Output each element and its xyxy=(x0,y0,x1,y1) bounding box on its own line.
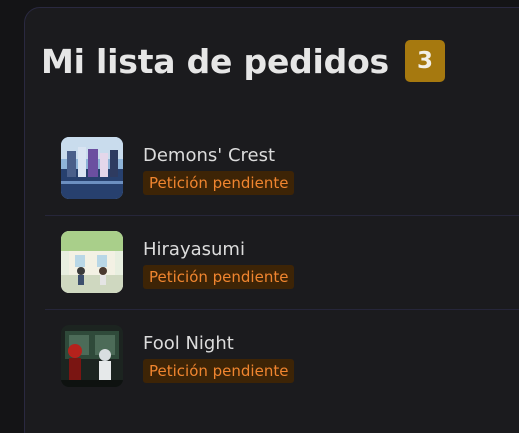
item-title[interactable]: Fool Night xyxy=(143,333,234,354)
status-badge: Petición pendiente xyxy=(143,171,295,195)
demons-crest-cover-image xyxy=(61,137,123,199)
status-badge: Petición pendiente xyxy=(143,265,295,289)
list-header: Mi lista de pedidos 3 xyxy=(41,40,446,82)
list-item[interactable]: Fool Night Petición pendiente xyxy=(45,310,519,403)
request-list: Demons' Crest Petición pendiente Hirayas… xyxy=(45,122,519,403)
fool-night-cover-image xyxy=(61,325,123,387)
status-badge: Petición pendiente xyxy=(143,359,295,383)
hirayasumi-cover-image xyxy=(61,231,123,293)
list-item[interactable]: Hirayasumi Petición pendiente xyxy=(45,216,519,310)
page-title: Mi lista de pedidos xyxy=(41,41,390,81)
request-count-badge: 3 xyxy=(405,40,446,82)
list-item[interactable]: Demons' Crest Petición pendiente xyxy=(45,122,519,216)
item-title[interactable]: Hirayasumi xyxy=(143,239,245,260)
item-title[interactable]: Demons' Crest xyxy=(143,145,275,166)
